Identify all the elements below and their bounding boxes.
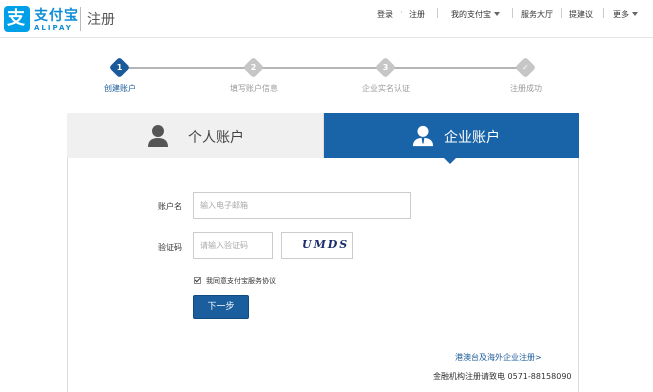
chevron-down-icon (632, 12, 638, 16)
nav-separator (437, 8, 438, 18)
nav-separator (561, 8, 562, 18)
nav-dot-separator: · (400, 8, 403, 17)
account-name-input[interactable]: 输入电子邮箱 (193, 192, 411, 219)
captcha-text: UMDS (302, 238, 350, 251)
business-person-icon (412, 125, 434, 147)
my-alipay-menu[interactable]: 我的支付宝 (451, 9, 500, 20)
tab-enterprise-label: 企业账户 (444, 130, 500, 146)
nav-separator (603, 8, 604, 18)
brand-name-en: ALIPAY (34, 24, 73, 32)
site-header: 支 支付宝 ALIPAY 注册 登录 · 注册 我的支付宝 服务大厅 提建议 更… (0, 0, 653, 38)
tab-enterprise-account[interactable]: 企业账户 (324, 113, 579, 158)
register-link[interactable]: 注册 (409, 9, 425, 20)
step-connector (393, 67, 517, 69)
checkmark-icon: ✓ (522, 63, 529, 72)
nav-separator (512, 8, 513, 18)
step-4-marker: ✓ (514, 56, 537, 79)
step-label-verification: 企业实名认证 (362, 84, 410, 93)
more-menu[interactable]: 更多 (613, 9, 638, 20)
active-tab-pointer (444, 158, 456, 164)
login-link[interactable]: 登录 (377, 9, 393, 20)
step-1-marker: 1 (108, 56, 131, 79)
captcha-input[interactable]: 请输入验证码 (193, 232, 273, 259)
tab-personal-label: 个人账户 (188, 130, 244, 146)
step-number: 1 (116, 63, 123, 72)
alipay-logo-icon[interactable]: 支 (4, 6, 30, 32)
person-icon (148, 125, 168, 147)
brand-name-cn: 支付宝 (34, 8, 79, 24)
step-label-fill-info: 填写账户信息 (230, 84, 278, 93)
step-connector (127, 67, 246, 69)
step-3-marker: 3 (374, 56, 397, 79)
step-number: 3 (382, 63, 389, 72)
financial-institution-hotline: 金融机构注册请致电 0571-88158090 (433, 372, 572, 381)
my-alipay-label: 我的支付宝 (451, 10, 491, 19)
logo-glyph: 支 (7, 8, 25, 29)
step-label-create-account: 创建账户 (104, 84, 136, 93)
agree-checkbox[interactable] (194, 277, 201, 284)
tab-personal-account[interactable]: 个人账户 (67, 113, 324, 158)
more-label: 更多 (613, 10, 629, 19)
step-2-marker: 2 (242, 56, 265, 79)
page-title: 注册 (87, 12, 115, 28)
next-step-button[interactable]: 下一步 (193, 295, 249, 319)
step-connector (261, 67, 378, 69)
chevron-down-icon (494, 12, 500, 16)
captcha-image[interactable]: UMDS (281, 232, 353, 259)
step-number: 2 (250, 63, 257, 72)
account-name-label: 账户名 (158, 202, 182, 211)
captcha-label: 验证码 (158, 243, 182, 252)
service-hall-link[interactable]: 服务大厅 (521, 9, 553, 20)
suggestions-link[interactable]: 提建议 (569, 9, 593, 20)
foreign-enterprise-register-link[interactable]: 港澳台及海外企业注册> (455, 352, 542, 363)
brand-divider (80, 7, 81, 31)
agree-terms-link[interactable]: 我同意支付宝服务协议 (206, 276, 276, 286)
step-label-success: 注册成功 (510, 84, 542, 93)
